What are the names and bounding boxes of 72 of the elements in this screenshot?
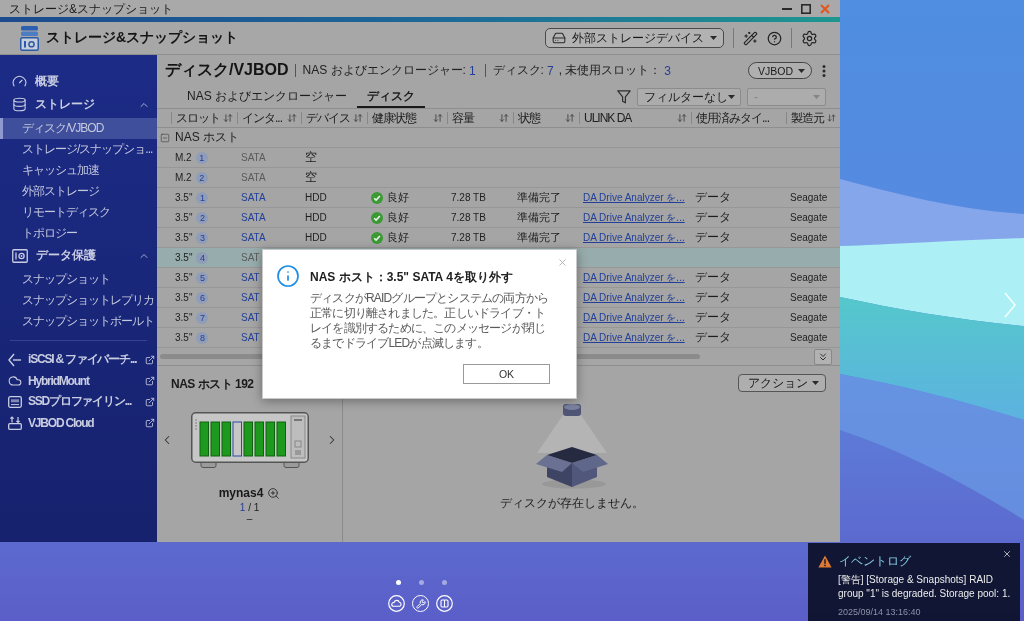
- usage-type-text: データ: [695, 269, 731, 286]
- slot-label: 3.5": [175, 192, 193, 203]
- manufacturer-text: Seagate: [790, 292, 828, 303]
- stat-label: ディスク:: [492, 62, 544, 79]
- page-title: ディスク/VJBOD: [165, 60, 289, 80]
- group-label: NAS ホスト: [175, 129, 239, 146]
- slot-number: 4: [196, 251, 209, 264]
- usage-type-text: データ: [695, 329, 731, 346]
- usage-type-text: データ: [695, 229, 731, 246]
- slot-number: 6: [196, 291, 209, 304]
- empty-message: ディスクが存在しません。: [499, 495, 644, 512]
- manufacturer-text: Seagate: [790, 232, 828, 243]
- notification-title: イベントログ: [839, 552, 911, 570]
- manufacturer-text: Seagate: [790, 332, 828, 343]
- capacity-text: 7.28 TB: [451, 192, 486, 203]
- device-text: 空: [305, 149, 317, 166]
- stat-label: NAS およびエンクロージャー:: [302, 62, 466, 79]
- panel-title: NAS ホスト 192: [171, 376, 254, 393]
- slot-number: 3: [196, 231, 209, 244]
- device-text: 空: [305, 169, 317, 186]
- slot-number: 1: [196, 191, 209, 204]
- slot-label: 3.5": [175, 312, 193, 323]
- slot-label: M.2: [175, 172, 192, 183]
- capacity-text: 7.28 TB: [451, 212, 486, 223]
- window-title: ストレージ&スナップショット: [9, 1, 173, 16]
- interface-text: SATA: [241, 172, 266, 183]
- dialog-message: ディスクがRAIDグループとシステムの両方から正常に切り離されました。正しいドライブ・トレイを識別するために、このメッセージが閉じるまでドライブLEDが点滅します。: [310, 291, 550, 351]
- slot-label: 3.5": [175, 252, 193, 263]
- interface-text: SATA: [241, 152, 266, 163]
- slot-number: 2: [196, 211, 209, 224]
- capacity-text: 7.28 TB: [451, 232, 486, 243]
- slot-number: 5: [196, 271, 209, 284]
- manufacturer-text: Seagate: [790, 272, 828, 283]
- notification-timestamp: 2025/09/14 13:16:40: [838, 607, 922, 617]
- health-status: 良好: [387, 190, 409, 205]
- health-status: 良好: [387, 230, 409, 245]
- health-status: 良好: [387, 210, 409, 225]
- status-text: 準備完了: [517, 230, 561, 245]
- usage-type-text: データ: [695, 289, 731, 306]
- slot-number: 8: [196, 331, 209, 344]
- app-title: ストレージ&スナップショット: [46, 29, 239, 47]
- interface-text: SAT: [241, 252, 260, 263]
- slot-label: 3.5": [175, 232, 193, 243]
- usage-type-text: データ: [695, 209, 731, 226]
- slot-label: 3.5": [175, 292, 193, 303]
- device-text: HDD: [305, 192, 327, 203]
- device-text: HDD: [305, 212, 327, 223]
- status-text: 準備完了: [517, 210, 561, 225]
- notification-message: [警告] [Storage & Snapshots] RAID group "1" is degraded. Storage pool: 1.: [838, 573, 1012, 601]
- manufacturer-text: Seagate: [790, 192, 828, 203]
- status-text: 準備完了: [517, 190, 561, 205]
- slot-label: 3.5": [175, 272, 193, 283]
- usage-type-text: データ: [695, 309, 731, 326]
- manufacturer-text: Seagate: [790, 312, 828, 323]
- device-status: –: [246, 513, 253, 524]
- slot-number: 7: [196, 311, 209, 324]
- slot-label: 3.5": [175, 212, 193, 223]
- pager-total: / 1: [248, 502, 260, 513]
- slot-label: M.2: [175, 152, 192, 163]
- stat-label: , 未使用スロット：: [558, 62, 662, 79]
- stat-value: 1: [468, 63, 476, 78]
- device-text: HDD: [305, 232, 327, 243]
- dialog-title: NAS ホスト：3.5" SATA 4を取り外す: [310, 269, 514, 286]
- pager-current: 1: [239, 502, 246, 513]
- device-name: mynas4: [218, 486, 264, 500]
- slot-label: 3.5": [175, 332, 193, 343]
- stat-value: 7: [546, 63, 554, 78]
- slot-number: 1: [195, 151, 208, 164]
- slot-number: 2: [195, 171, 208, 184]
- usage-type-text: データ: [695, 189, 731, 206]
- stat-value: 3: [664, 63, 671, 78]
- manufacturer-text: Seagate: [790, 212, 828, 223]
